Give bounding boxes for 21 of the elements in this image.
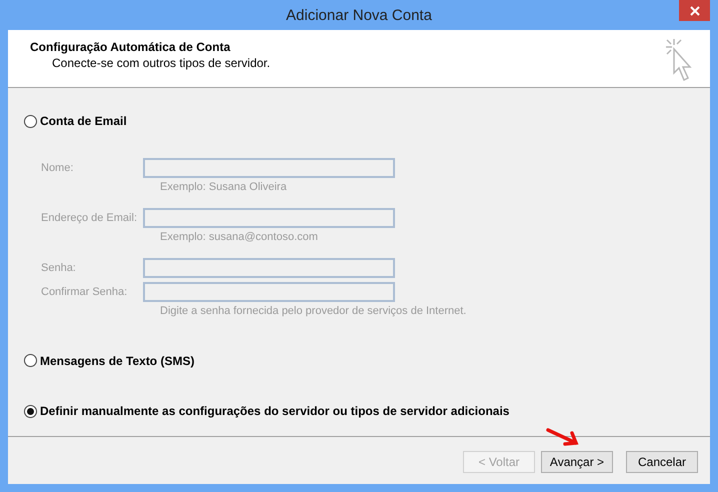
- hint-text: Digite a senha fornecida pelo provedor de serviços de Internet.: [160, 304, 468, 318]
- dialog-button[interactable]: Cancelar: [626, 451, 698, 473]
- header-subtitle: Conecte-se com outros tipos de servidor.: [51, 56, 270, 70]
- field-label: Confirmar Senha:: [41, 286, 128, 298]
- hint-text: Exemplo: susana@contoso.com: [160, 230, 319, 244]
- radio-button[interactable]: [24, 354, 37, 367]
- field-label: Senha:: [41, 262, 77, 274]
- close-icon[interactable]: [690, 6, 700, 16]
- radio-option[interactable]: Conta de Email: [24, 113, 127, 129]
- radio-button[interactable]: [24, 114, 37, 128]
- window-title: Adicionar Nova Conta: [286, 6, 432, 24]
- radio-option[interactable]: Mensagens de Texto (SMS): [24, 352, 194, 368]
- field-label: Nome:: [41, 162, 74, 174]
- arrow-icon: [545, 427, 581, 447]
- hint-text: Exemplo: Susana Oliveira: [160, 180, 288, 194]
- close-button[interactable]: [679, 0, 710, 21]
- header-title: Configuração Automática de Conta: [30, 40, 232, 54]
- radio-option[interactable]: Definir manualmente as configurações do servidor ou tipos de servidor adicionais: [24, 403, 510, 419]
- field-label: Endereço de Email:: [41, 212, 138, 224]
- dialog-button[interactable]: Avançar >: [541, 451, 613, 473]
- radio-button[interactable]: [24, 404, 37, 418]
